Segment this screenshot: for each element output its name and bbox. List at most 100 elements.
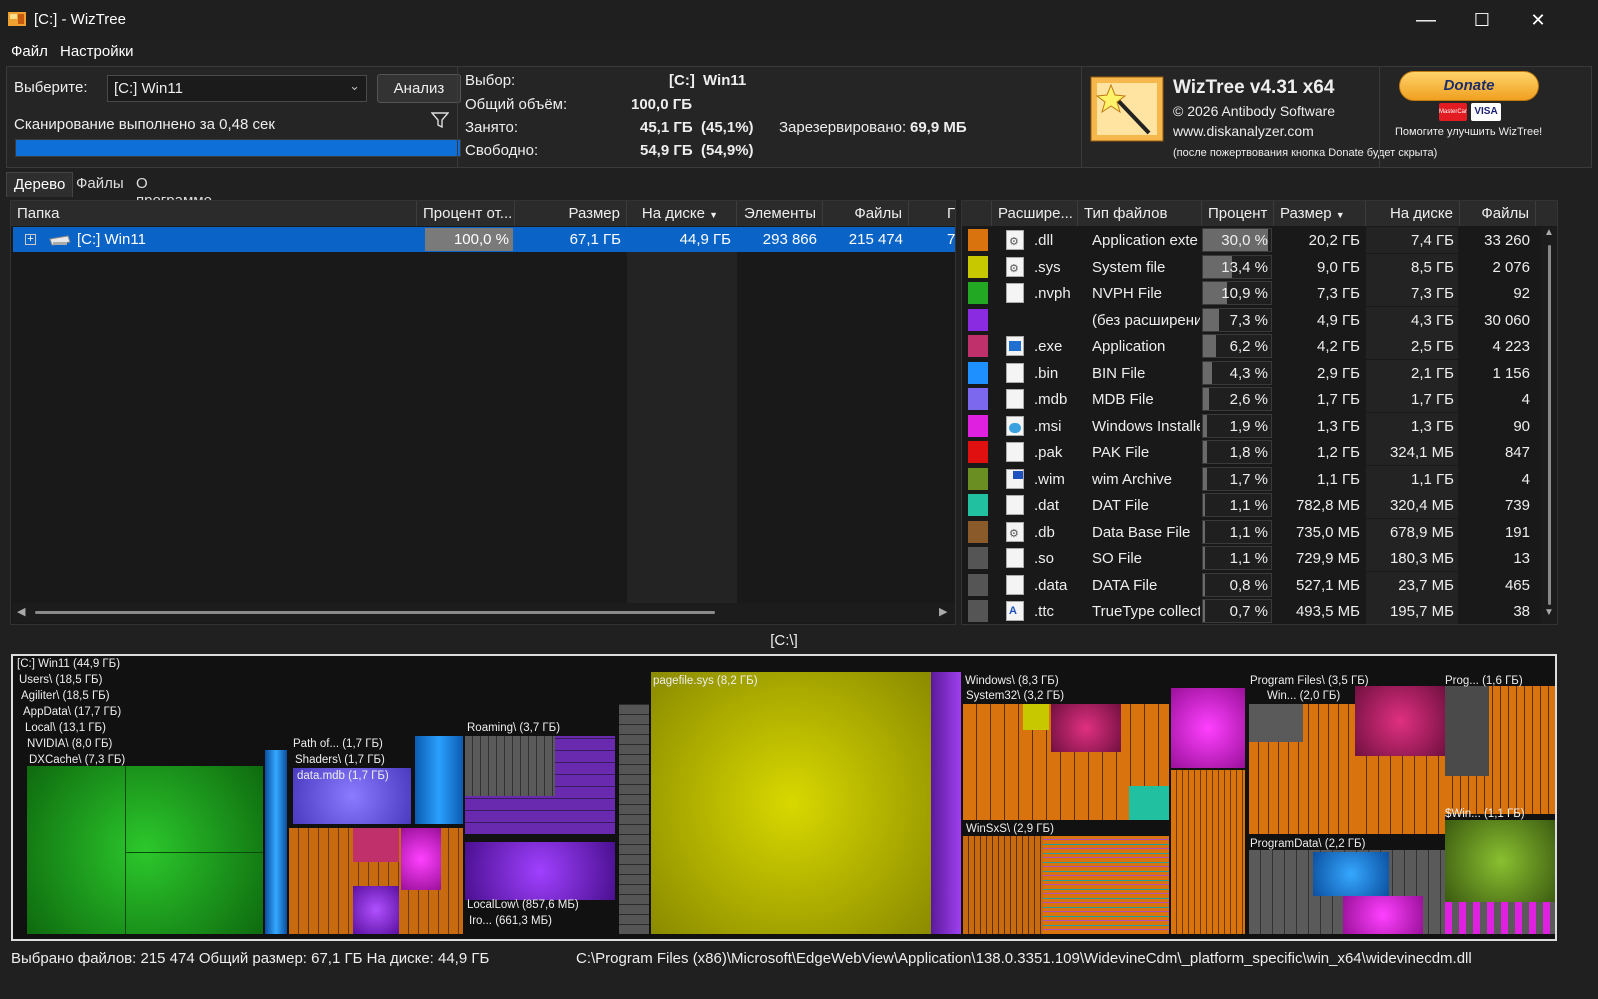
treemap-label: Iro... (661,3 МБ) (469, 915, 552, 927)
scroll-thumb[interactable] (35, 611, 715, 614)
filter-icon[interactable] (430, 111, 450, 132)
column-size[interactable]: Размер (515, 201, 627, 226)
scroll-right-icon[interactable]: ▶ (939, 605, 947, 618)
scroll-thumb[interactable] (1548, 245, 1551, 605)
extension-row[interactable]: ⚙ .sys System file 13,4 % 9,0 ГБ 8,5 ГБ 2 076 (962, 253, 1542, 280)
column-ext-disk[interactable]: На диске (1366, 201, 1460, 226)
column-ext-files[interactable]: Файлы (1460, 201, 1536, 226)
treemap-block-dxcache[interactable] (27, 766, 263, 934)
free-percent: (54,9%) (701, 142, 754, 159)
treemap-block-blue[interactable] (265, 750, 287, 934)
vertical-scrollbar[interactable]: ▲ ▼ (1541, 227, 1557, 624)
visa-icon: VISA (1471, 103, 1501, 121)
column-more[interactable]: Г (909, 201, 955, 226)
column-on-disk[interactable]: На диске ▼ (627, 201, 737, 226)
column-ext-percent[interactable]: Процент (1202, 201, 1274, 226)
treemap-block-exe[interactable] (1051, 704, 1121, 752)
extension-row[interactable]: .dat DAT File 1,1 % 782,8 МБ 320,4 МБ 739 (962, 492, 1542, 518)
treemap-block-mixed[interactable] (1445, 902, 1555, 934)
color-swatch (968, 229, 988, 251)
extension-row[interactable]: .wim wim Archive 1,7 % 1,1 ГБ 1,1 ГБ 4 (962, 465, 1542, 492)
scroll-down-icon[interactable]: ▼ (1544, 607, 1554, 618)
column-folder[interactable]: Папка (11, 201, 417, 226)
treemap-block-gray[interactable] (465, 736, 555, 796)
archive-icon (1006, 468, 1024, 489)
extension-row[interactable]: A .ttc TrueType collect 0,7 % 493,5 МБ 195,7 … (962, 598, 1542, 624)
treemap-block-msi[interactable] (401, 828, 441, 890)
extension-row[interactable]: (без расширени 7,3 % 4,9 ГБ 4,3 ГБ 30 060 (962, 306, 1542, 333)
extension-row[interactable]: ⚙ .db Data Base File 1,1 % 735,0 МБ 678,9 МБ 1… (962, 518, 1542, 545)
column-ext-size[interactable]: Размер ▼ (1274, 201, 1366, 226)
treemap-block-pagefile[interactable] (651, 672, 931, 934)
extension-row[interactable]: .msi Windows Installe 1,9 % 1,3 ГБ 1,3 ГБ 90 (962, 412, 1542, 439)
extension-row[interactable]: .nvph NVPH File 10,9 % 7,3 ГБ 7,3 ГБ 92 (962, 280, 1542, 306)
tree-row[interactable]: + [C:] Win11 100,0 % 67,1 ГБ 44,9 ГБ 293… (13, 227, 955, 252)
treemap-block-dat[interactable] (1129, 786, 1169, 820)
treemap-label: Users\ (18,5 ГБ) (19, 674, 103, 686)
treemap-label: pagefile.sys (8,2 ГБ) (653, 675, 758, 687)
expand-icon[interactable]: + (25, 234, 36, 245)
minimize-button[interactable]: — (1398, 0, 1454, 40)
tab-about[interactable]: О программе (129, 172, 219, 209)
extension-row[interactable]: .bin BIN File 4,3 % 2,9 ГБ 2,1 ГБ 1 156 (962, 359, 1542, 386)
extension-row[interactable]: .exe Application 6,2 % 4,2 ГБ 2,5 ГБ 4 223 (962, 333, 1542, 359)
treemap-label: Program Files\ (3,5 ГБ) (1250, 675, 1369, 687)
ext-name: .data (1034, 576, 1068, 594)
menu-settings[interactable]: Настройки (60, 43, 134, 60)
color-swatch (968, 335, 988, 357)
ext-type: System file (1092, 258, 1166, 276)
treemap-block-msi[interactable] (1343, 896, 1423, 934)
extension-row[interactable]: .pak PAK File 1,8 % 1,2 ГБ 324,1 МБ 847 (962, 439, 1542, 465)
column-file-type[interactable]: Тип файлов (1078, 201, 1202, 226)
treemap-block-msi[interactable] (1171, 688, 1245, 768)
about-site-link[interactable]: www.diskanalyzer.com (1173, 123, 1314, 139)
treemap-label: WinSxS\ (2,9 ГБ) (966, 823, 1054, 835)
treemap-block-gray[interactable] (619, 704, 649, 934)
installer-icon (1006, 415, 1024, 436)
treemap-block-gray[interactable] (1249, 704, 1303, 742)
treemap-block-purple[interactable] (931, 672, 961, 934)
treemap-block-purple[interactable] (465, 842, 615, 900)
treemap-block-sys[interactable] (1023, 704, 1049, 730)
treemap-block-exe[interactable] (1355, 686, 1445, 756)
status-path: C:\Program Files (x86)\Microsoft\EdgeWeb… (576, 950, 1472, 967)
treemap-label: DXCache\ (7,3 ГБ) (29, 754, 126, 766)
treemap-block-blue[interactable] (415, 736, 463, 824)
close-button[interactable]: ✕ (1510, 0, 1566, 40)
horizontal-scrollbar[interactable]: ◀ ▶ (13, 603, 955, 623)
treemap-block-dll[interactable] (1355, 756, 1445, 834)
file-icon (1006, 548, 1024, 568)
column-ext-size-label: Размер (1280, 205, 1332, 222)
scroll-left-icon[interactable]: ◀ (17, 605, 25, 618)
drive-select[interactable]: [C:] Win11 ⌄ (107, 75, 367, 102)
treemap-block-dll[interactable] (1171, 770, 1245, 934)
maximize-button[interactable]: ☐ (1454, 0, 1510, 40)
extension-row[interactable]: .mdb MDB File 2,6 % 1,7 ГБ 1,7 ГБ 4 (962, 386, 1542, 412)
column-extension[interactable]: Расшире... (992, 201, 1078, 226)
analyze-button[interactable]: Анализ (377, 74, 461, 103)
ext-size: 527,1 МБ (1295, 576, 1360, 594)
extension-row[interactable]: .data DATA File 0,8 % 527,1 МБ 23,7 МБ 465 (962, 571, 1542, 598)
menu-file[interactable]: Файл (11, 43, 48, 60)
tab-files[interactable]: Файлы (69, 172, 131, 197)
ext-files: 465 (1504, 576, 1530, 594)
tab-tree[interactable]: Дерево (6, 172, 74, 197)
treemap-label: Roaming\ (3,7 ГБ) (467, 722, 561, 734)
selection-label: Выбор: (465, 72, 516, 89)
treemap[interactable]: [C:] Win11 (44,9 ГБ) Users\ (18,5 ГБ) Ag… (11, 654, 1557, 941)
donate-button[interactable]: Donate (1399, 71, 1539, 101)
treemap-block-wim[interactable] (1445, 820, 1555, 902)
column-percent[interactable]: Процент от... (417, 201, 515, 226)
free-label: Свободно: (465, 142, 539, 159)
ext-files: 4 (1521, 470, 1530, 488)
treemap-block-winsxs-files[interactable] (1043, 836, 1169, 934)
extension-row[interactable]: .so SO File 1,1 % 729,9 МБ 180,3 МБ 13 (962, 545, 1542, 571)
column-files[interactable]: Файлы (823, 201, 909, 226)
treemap-block-purple[interactable] (353, 886, 399, 934)
column-items[interactable]: Элементы (737, 201, 823, 226)
scroll-up-icon[interactable]: ▲ (1544, 227, 1554, 238)
treemap-block-gray[interactable] (1445, 686, 1489, 776)
extension-row[interactable]: ⚙ .dll Application exte 30,0 % 20,2 ГБ 7,4 ГБ… (962, 227, 1542, 253)
treemap-block-exe[interactable] (353, 828, 399, 862)
treemap-block-bin[interactable] (1313, 852, 1389, 896)
